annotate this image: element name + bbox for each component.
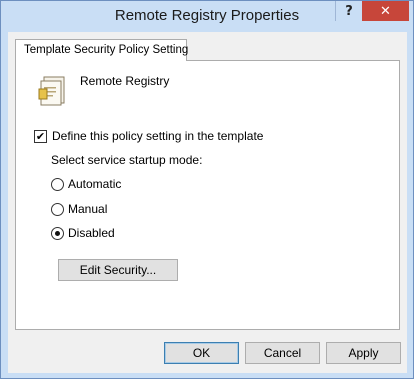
ok-button[interactable]: OK [164,342,239,364]
startup-mode-label: Select service startup mode: [51,153,203,167]
cancel-button[interactable]: Cancel [245,342,320,364]
radio-manual-row[interactable]: Manual [51,202,107,216]
radio-automatic[interactable] [51,177,64,191]
apply-button[interactable]: Apply [326,342,401,364]
define-policy-label[interactable]: Define this policy setting in the templa… [52,129,263,143]
service-name: Remote Registry [80,74,170,88]
tab-panel: Remote Registry ✔ Define this policy set… [15,60,400,330]
edit-security-button[interactable]: Edit Security... [58,259,178,281]
radio-automatic-label[interactable]: Automatic [68,177,121,191]
radio-disabled-label[interactable]: Disabled [68,226,115,240]
tab-template-security-policy[interactable]: Template Security Policy Setting [15,39,189,61]
define-policy-row[interactable]: ✔ Define this policy setting in the temp… [34,129,263,143]
radio-automatic-row[interactable]: Automatic [51,177,121,191]
checkmark-icon: ✔ [35,129,46,143]
help-button[interactable]: ? [335,1,362,21]
radio-manual[interactable] [51,202,64,216]
radio-disabled-row[interactable]: Disabled [51,226,115,240]
tab-label: Template Security Policy Setting [24,44,189,56]
close-button[interactable]: ✕ [362,1,409,21]
radio-manual-label[interactable]: Manual [68,202,107,216]
title-bar[interactable]: Remote Registry Properties ? ✕ [1,1,413,32]
properties-dialog: Remote Registry Properties ? ✕ Template … [0,0,414,379]
radio-selected-dot [55,230,60,236]
service-document-icon [38,76,65,106]
radio-disabled[interactable] [51,226,64,240]
define-policy-checkbox[interactable]: ✔ [34,129,47,143]
dialog-client-area: Template Security Policy Setting Remote … [8,32,407,373]
